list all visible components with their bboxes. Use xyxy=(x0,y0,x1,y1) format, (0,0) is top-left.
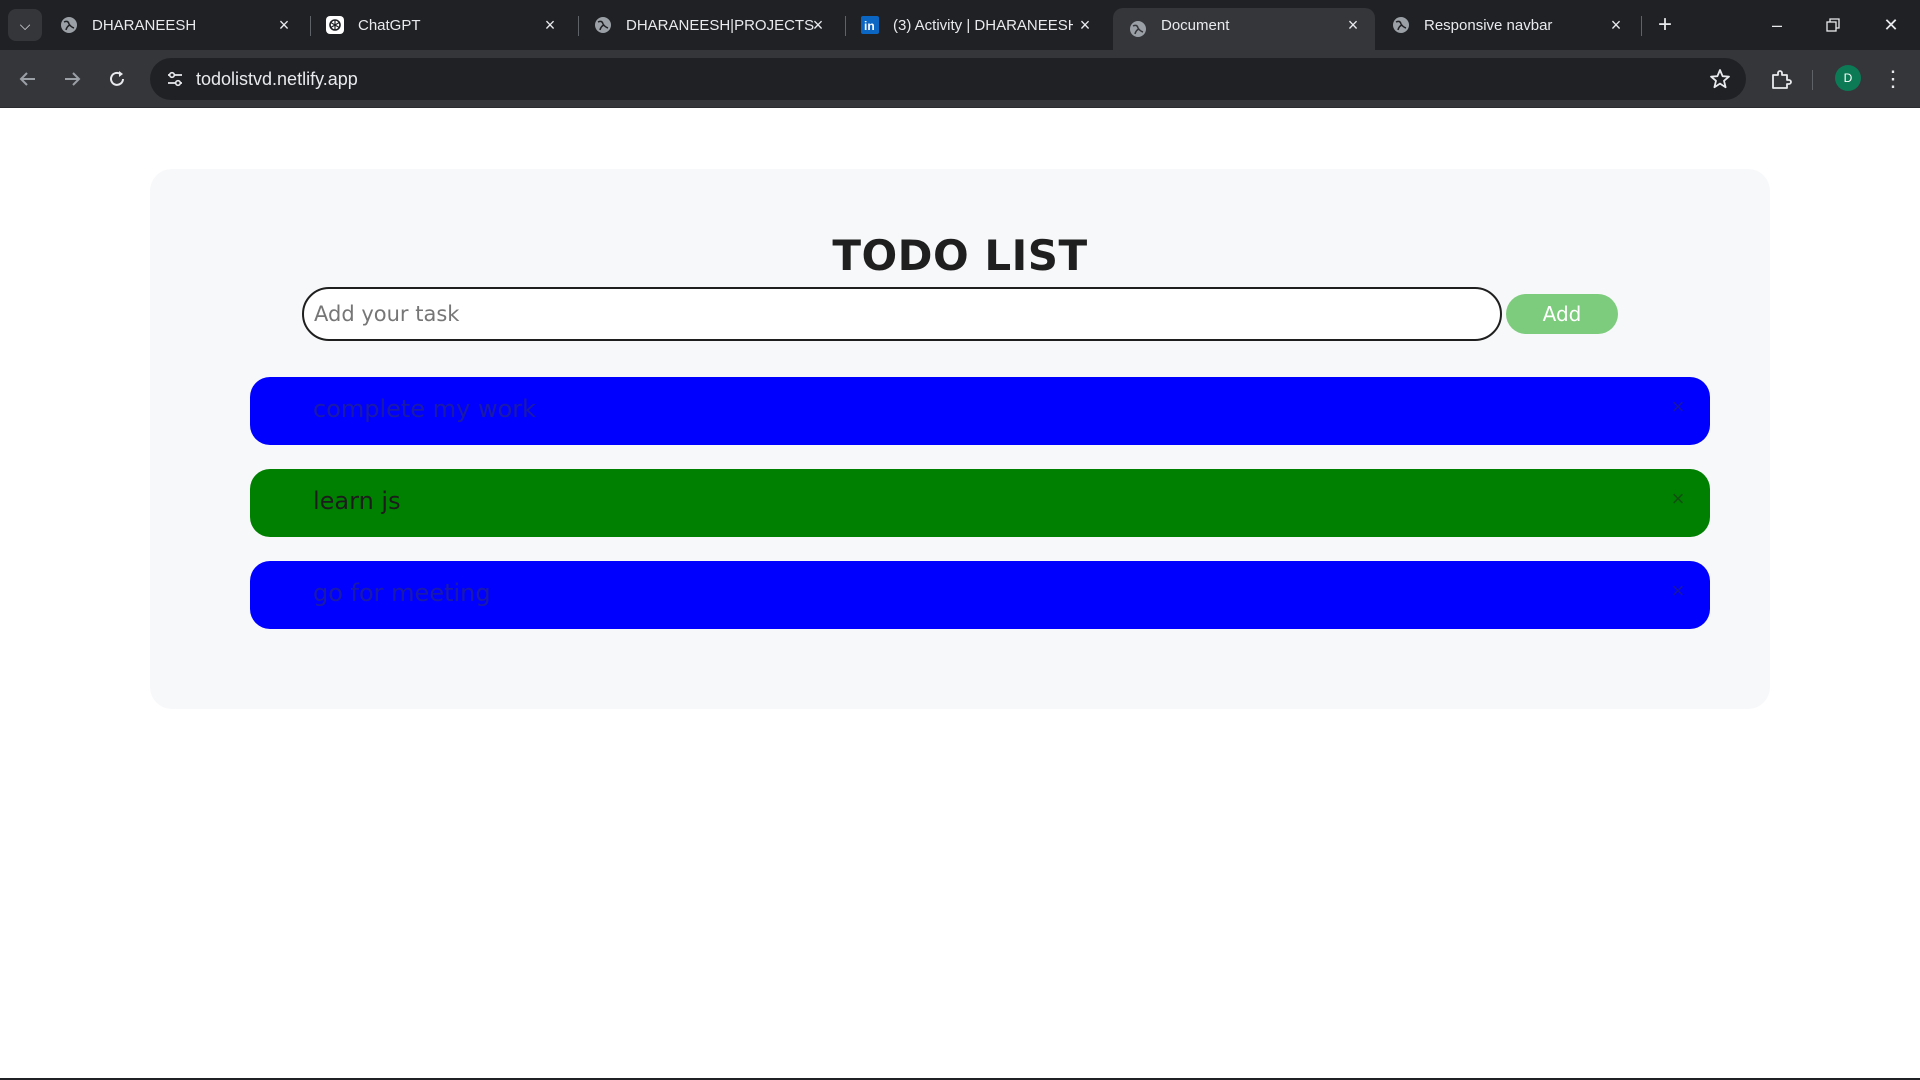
page-title: TODO LIST xyxy=(832,231,1088,280)
extensions-button[interactable] xyxy=(1765,63,1797,95)
close-tab-icon[interactable]: × xyxy=(1343,15,1363,35)
delete-task-icon[interactable]: × xyxy=(1666,486,1690,511)
browser-toolbar: todolistvd.netlify.app D ⋮ xyxy=(0,50,1920,108)
close-tab-icon[interactable]: × xyxy=(540,15,560,35)
arrow-right-icon xyxy=(65,72,81,86)
minimize-button[interactable]: – xyxy=(1754,8,1800,42)
puzzle-icon xyxy=(1772,70,1792,89)
tune-icon xyxy=(168,71,182,87)
add-task-button[interactable]: Add xyxy=(1506,294,1618,334)
reload-icon xyxy=(110,71,124,86)
globe-icon xyxy=(594,16,612,34)
todo-card: TODO LIST Add complete my work × learn j… xyxy=(150,169,1770,709)
tab-search-button[interactable]: ⌵ xyxy=(8,9,42,41)
site-info-button[interactable] xyxy=(160,64,190,94)
back-button[interactable] xyxy=(11,62,45,96)
todo-item[interactable]: go for meeting × xyxy=(250,561,1710,629)
todo-item-text: go for meeting xyxy=(313,579,491,607)
forward-button[interactable] xyxy=(55,62,89,96)
bookmark-star-button[interactable] xyxy=(1708,67,1732,91)
close-tab-icon[interactable]: × xyxy=(808,15,828,35)
close-tab-icon[interactable]: × xyxy=(1075,15,1095,35)
close-tab-icon[interactable]: × xyxy=(1606,15,1626,35)
browser-tab[interactable]: in (3) Activity | DHARANEESH × xyxy=(845,8,1107,42)
new-tab-button[interactable]: + xyxy=(1650,10,1680,40)
toolbar-separator xyxy=(1812,70,1813,90)
reload-button[interactable] xyxy=(100,62,134,96)
todo-item[interactable]: complete my work × xyxy=(250,377,1710,445)
globe-icon xyxy=(60,16,78,34)
todo-item-text: learn js xyxy=(313,487,401,515)
tab-separator xyxy=(1641,16,1642,36)
browser-tab[interactable]: DHARANEESH|PROJECTS × xyxy=(578,8,840,42)
arrow-left-icon xyxy=(19,72,35,86)
plus-icon: + xyxy=(1657,11,1672,38)
delete-task-icon[interactable]: × xyxy=(1666,578,1690,603)
browser-tab[interactable]: DHARANEESH × xyxy=(44,8,306,42)
browser-tab-strip: ⌵ DHARANEESH × ChatGPT × DHARANEESH|PROJ… xyxy=(0,0,1920,50)
todo-item[interactable]: learn js × xyxy=(250,469,1710,537)
task-input[interactable] xyxy=(302,287,1502,341)
close-window-button[interactable]: ✕ xyxy=(1868,8,1914,42)
more-vertical-icon: ⋮ xyxy=(1882,66,1904,91)
browser-tab[interactable]: ChatGPT × xyxy=(310,8,572,42)
profile-avatar[interactable]: D xyxy=(1835,65,1861,91)
browser-tab[interactable]: Responsive navbar × xyxy=(1376,8,1638,42)
globe-icon xyxy=(1392,16,1410,34)
svg-text:in: in xyxy=(864,19,875,33)
browser-menu-button[interactable]: ⋮ xyxy=(1878,63,1908,95)
close-tab-icon[interactable]: × xyxy=(274,15,294,35)
browser-tab-active[interactable]: Document × xyxy=(1113,8,1375,50)
close-icon: ✕ xyxy=(1883,14,1899,35)
star-icon xyxy=(1710,69,1730,89)
todo-item-text: complete my work xyxy=(313,395,537,423)
url-text[interactable]: todolistvd.netlify.app xyxy=(196,69,358,90)
minimize-icon: – xyxy=(1771,14,1782,35)
chatgpt-icon xyxy=(326,16,344,34)
delete-task-icon[interactable]: × xyxy=(1666,394,1690,419)
address-bar[interactable]: todolistvd.netlify.app xyxy=(150,58,1746,100)
restore-icon xyxy=(1826,18,1840,32)
chevron-down-icon: ⌵ xyxy=(19,16,31,33)
restore-button[interactable] xyxy=(1810,8,1856,42)
page-viewport: TODO LIST Add complete my work × learn j… xyxy=(0,109,1920,1078)
linkedin-icon: in xyxy=(861,16,879,34)
globe-icon xyxy=(1129,20,1147,38)
